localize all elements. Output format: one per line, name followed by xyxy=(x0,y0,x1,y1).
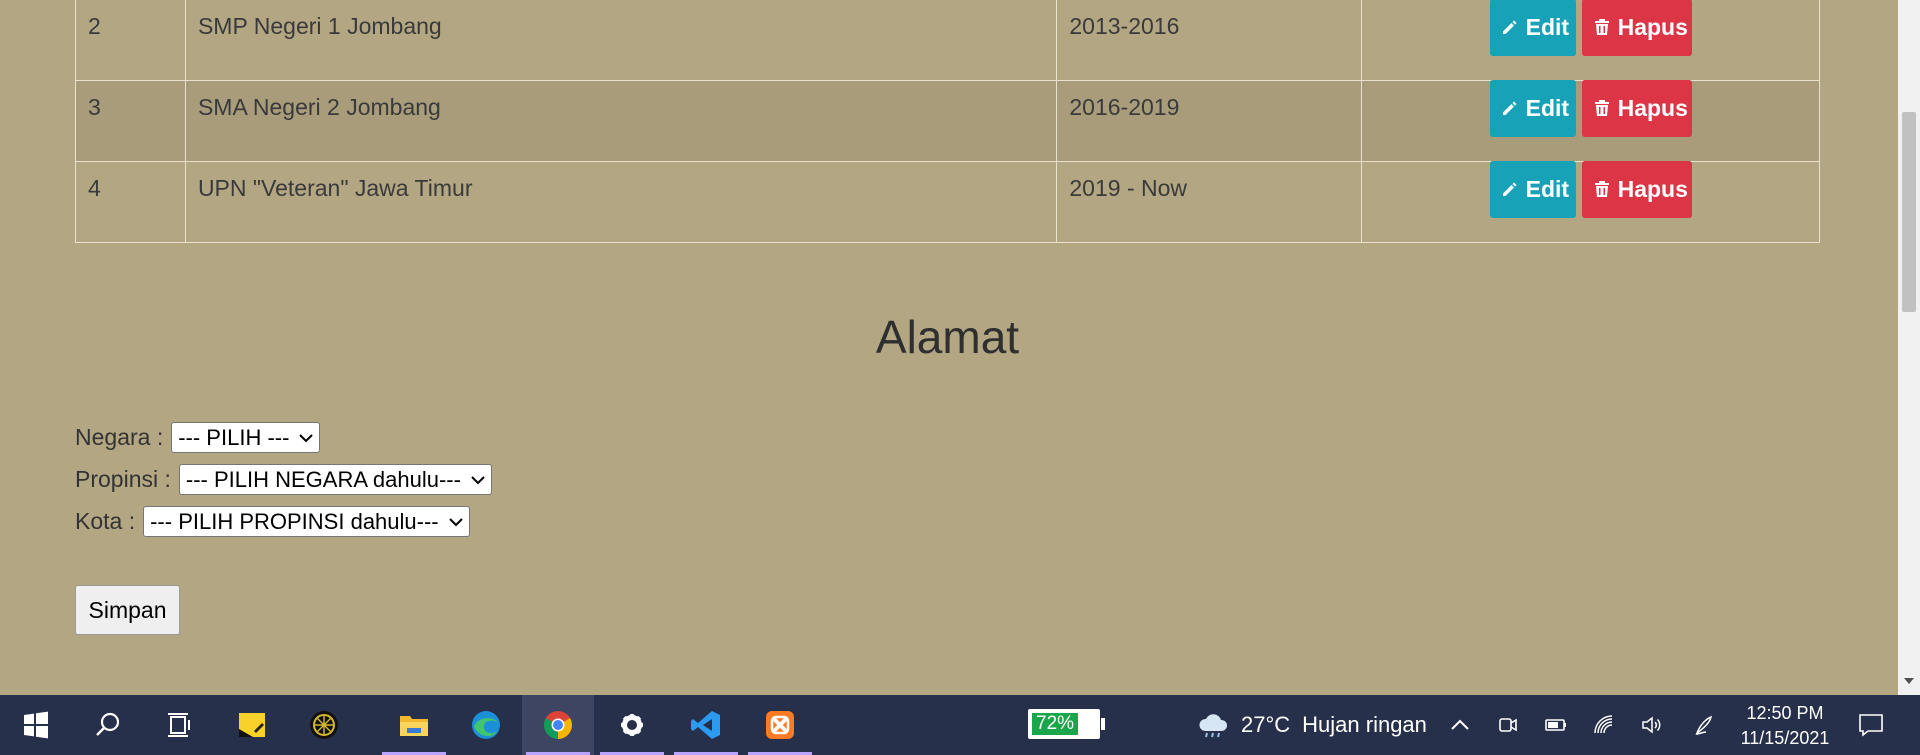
edit-label: Edit xyxy=(1525,175,1570,202)
notification-icon[interactable] xyxy=(1858,713,1884,737)
search-icon xyxy=(96,712,120,736)
propinsi-select-value: --- PILIH NEGARA dahulu--- xyxy=(185,466,461,492)
school-name: SMA Negeri 2 Jombang xyxy=(184,80,1058,162)
start-button[interactable] xyxy=(0,695,72,755)
xampp-icon xyxy=(766,711,794,739)
wifi-icon[interactable] xyxy=(1592,713,1616,737)
task-view-button[interactable] xyxy=(144,695,216,755)
chevron-down-icon xyxy=(471,475,485,484)
school-name: SMP Negeri 1 Jombang xyxy=(184,0,1058,81)
sticky-notes-icon xyxy=(239,713,265,737)
row-actions: Edit Hapus xyxy=(1361,160,1820,243)
kota-label: Kota : xyxy=(75,508,136,534)
taskbar-app-settings[interactable] xyxy=(596,695,668,755)
taskbar-app-edge[interactable] xyxy=(450,695,522,755)
weather-widget[interactable]: 27°C Hujan ringan xyxy=(1197,695,1427,755)
battery-tip xyxy=(1101,718,1105,730)
section-title: Alamat xyxy=(875,311,1020,363)
school-years: 2019 - Now xyxy=(1056,161,1363,243)
negara-row: Negara : --- PILIH --- xyxy=(75,422,321,453)
negara-select[interactable]: --- PILIH --- xyxy=(171,422,321,453)
chevron-down-icon xyxy=(299,433,314,442)
pen-ink-icon[interactable] xyxy=(1692,713,1716,737)
scrollbar-thumb[interactable] xyxy=(1902,112,1916,312)
negara-label: Negara : xyxy=(75,424,164,450)
table-row: 3 SMA Negeri 2 Jombang 2016-2019 Edit Ha… xyxy=(75,79,1820,162)
school-name: UPN "Veteran" Jawa Timur xyxy=(184,161,1058,243)
clock-date: 11/15/2021 xyxy=(1740,728,1830,748)
trash-icon xyxy=(1594,100,1609,116)
education-table: 2 SMP Negeri 1 Jombang 2013-2016 Edit Ha… xyxy=(75,0,1820,243)
pencil-icon xyxy=(1502,101,1517,115)
school-years: 2013-2016 xyxy=(1056,0,1363,81)
edit-button[interactable]: Edit xyxy=(1489,0,1576,56)
taskbar-app-chrome[interactable] xyxy=(522,695,594,755)
delete-label: Hapus xyxy=(1617,94,1688,121)
vscode-icon xyxy=(691,711,720,739)
edit-label: Edit xyxy=(1525,13,1570,40)
chevron-up-icon[interactable] xyxy=(1448,713,1472,737)
battery-indicator[interactable]: 72% xyxy=(1028,709,1100,739)
save-button[interactable]: Simpan xyxy=(75,585,180,635)
task-view-icon xyxy=(168,713,190,737)
taskbar: 72% 27°C Hujan ringan 12:50 PM 11/15/202… xyxy=(0,695,1920,755)
negara-select-value: --- PILIH --- xyxy=(178,424,290,450)
trash-icon xyxy=(1594,19,1609,35)
propinsi-label: Propinsi : xyxy=(75,466,171,492)
trash-icon xyxy=(1594,181,1609,197)
delete-button[interactable]: Hapus xyxy=(1581,160,1692,218)
taskbar-search-button[interactable] xyxy=(72,695,144,755)
edit-button[interactable]: Edit xyxy=(1489,79,1576,137)
row-actions: Edit Hapus xyxy=(1361,79,1820,162)
edge-icon xyxy=(472,711,500,739)
page-scrollbar[interactable] xyxy=(1898,0,1920,695)
battery-tray-icon[interactable] xyxy=(1544,713,1568,737)
kota-select-value: --- PILIH PROPINSI dahulu--- xyxy=(150,508,439,534)
page-content: 2 SMP Negeri 1 Jombang 2013-2016 Edit Ha… xyxy=(0,0,1898,695)
row-number: 3 xyxy=(75,80,186,162)
meet-camera-icon[interactable] xyxy=(1496,713,1520,737)
pencil-icon xyxy=(1502,182,1517,196)
chrome-icon xyxy=(544,711,572,739)
settings-icon xyxy=(618,711,646,739)
table-row: 4 UPN "Veteran" Jawa Timur 2019 - Now Ed… xyxy=(75,160,1820,243)
row-number: 2 xyxy=(75,0,186,81)
pencil-icon xyxy=(1502,20,1517,34)
row-actions: Edit Hapus xyxy=(1361,0,1820,81)
clock-time: 12:50 PM xyxy=(1746,703,1824,723)
kota-select[interactable]: --- PILIH PROPINSI dahulu--- xyxy=(143,506,470,537)
file-explorer-icon xyxy=(400,716,428,736)
taskbar-app-xampp[interactable] xyxy=(744,695,816,755)
battery-level: 72% xyxy=(1032,713,1079,735)
delete-button[interactable]: Hapus xyxy=(1581,0,1692,56)
propinsi-row: Propinsi : --- PILIH NEGARA dahulu--- xyxy=(75,464,492,495)
system-clock[interactable]: 12:50 PM 11/15/2021 xyxy=(1735,701,1835,751)
taskbar-app-vscode[interactable] xyxy=(670,695,742,755)
delete-label: Hapus xyxy=(1617,175,1688,202)
propinsi-select[interactable]: --- PILIH NEGARA dahulu--- xyxy=(178,464,492,495)
delete-button[interactable]: Hapus xyxy=(1581,79,1692,137)
taskbar-app-sticky-notes[interactable] xyxy=(216,695,288,755)
app-globe-icon xyxy=(310,711,338,739)
table-row: 2 SMP Negeri 1 Jombang 2013-2016 Edit Ha… xyxy=(75,0,1820,81)
cloud-rain-icon xyxy=(1199,714,1228,738)
edit-label: Edit xyxy=(1525,94,1570,121)
taskbar-app-file-explorer[interactable] xyxy=(378,695,450,755)
delete-label: Hapus xyxy=(1617,13,1688,40)
scroll-down-arrow-icon[interactable] xyxy=(1904,678,1914,684)
weather-temperature: 27°C xyxy=(1241,712,1291,737)
row-number: 4 xyxy=(75,161,186,243)
edit-button[interactable]: Edit xyxy=(1489,160,1576,218)
weather-condition: Hujan ringan xyxy=(1302,712,1427,737)
kota-row: Kota : --- PILIH PROPINSI dahulu--- xyxy=(75,506,470,537)
chevron-down-icon xyxy=(448,517,463,526)
volume-icon[interactable] xyxy=(1640,713,1664,737)
taskbar-app-globe[interactable] xyxy=(288,695,360,755)
school-years: 2016-2019 xyxy=(1056,80,1363,162)
windows-start-icon xyxy=(24,711,48,739)
